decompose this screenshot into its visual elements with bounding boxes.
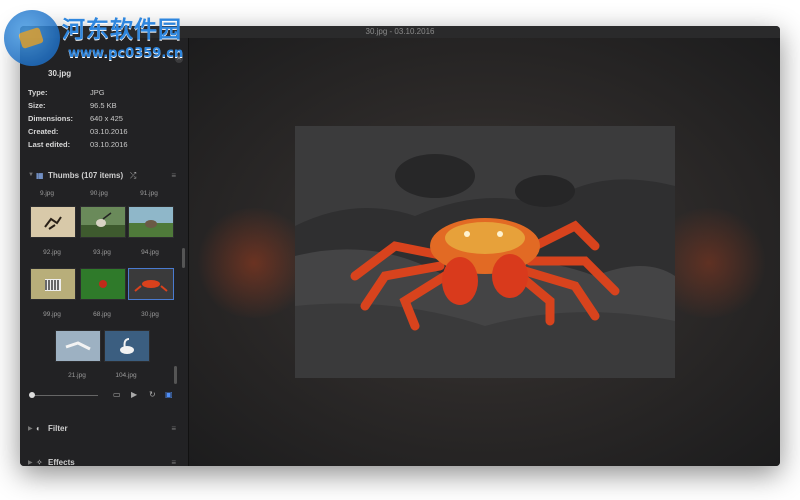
file-name: 30.jpg [48,69,72,78]
info-value-size: 96.5 KB [90,101,117,110]
thumbnail-93[interactable] [80,206,126,238]
app-window: 30.jpg - 03.10.2016 ✕ 30.jpg Type: JPG S… [20,26,780,466]
info-label-created: Created: [28,127,59,136]
thumbnail-94[interactable] [128,206,174,238]
thumb-label-68: 68.jpg [93,311,111,318]
thumb-label-99: 99.jpg [43,311,61,318]
thumb-label-91: 91.jpg [140,190,158,197]
filter-section-header[interactable]: ▶ ◐ Filter ≡ [28,424,176,436]
image-viewer[interactable] [189,38,780,466]
collapsed-arrow-icon: ▶ [28,426,33,432]
watermark-name: 河东软件园 [62,17,182,43]
effects-icon: ✧ [36,458,43,466]
collapsed-arrow-icon: ▶ [28,460,33,466]
thumbs-section-header[interactable]: ▼ ▦ Thumbs (107 items) ⤮ ≡ [28,171,176,183]
sidebar-scrollbar[interactable] [182,248,185,268]
thumbnail-92[interactable] [30,206,76,238]
thumb-label-90: 90.jpg [90,190,108,197]
thumb-label-93: 93.jpg [93,249,111,256]
info-label-dimensions: Dimensions: [28,114,74,123]
shuffle-icon[interactable]: ⤮ [130,171,136,181]
info-value-type: JPG [90,88,105,97]
thumbnail-21[interactable] [55,330,101,362]
info-value-created: 03.10.2016 [90,127,128,136]
grid-icon: ▦ [36,171,44,180]
watermark-url: www.pc0359.cn [68,46,184,61]
sidebar: ✕ 30.jpg Type: JPG Size: 96.5 KB Dimensi… [20,38,189,466]
info-label-type: Type: [28,88,48,97]
info-label-size: Size: [28,101,46,110]
thumb-size-slider-knob[interactable] [29,392,35,398]
hamburger-icon[interactable]: ≡ [171,458,176,466]
filter-title: Filter [48,424,68,433]
thumb-label-30: 30.jpg [141,311,159,318]
thumb-size-slider-track[interactable] [32,395,98,396]
effects-section-header[interactable]: ▶ ✧ Effects ≡ [28,458,176,466]
view-mode-icon[interactable]: ▣ [165,390,173,399]
thumbnail-68[interactable] [80,268,126,300]
thumbs-title: Thumbs (107 items) [48,171,124,180]
thumbnail-30[interactable] [128,268,174,300]
thumbnail-104[interactable] [104,330,150,362]
folder-icon[interactable]: ▭ [113,390,121,399]
expanded-arrow-icon: ▼ [28,172,34,178]
info-value-edited: 03.10.2016 [90,140,128,149]
hamburger-icon[interactable]: ≡ [171,424,176,433]
hamburger-icon[interactable]: ≡ [171,171,176,180]
watermark-logo [4,10,60,66]
thumbnail-99[interactable] [30,268,76,300]
slideshow-icon[interactable]: ▶ [131,390,137,399]
info-value-dimensions: 640 x 425 [90,114,123,123]
effects-title: Effects [48,458,75,466]
info-label-edited: Last edited: [28,140,71,149]
thumb-label-104: 104.jpg [115,372,137,379]
thumb-label-94: 94.jpg [141,249,159,256]
thumb-label-9: 9.jpg [39,190,55,197]
main-photo [295,126,675,378]
thumb-label-21: 21.jpg [68,372,86,379]
filter-icon: ◐ [36,424,41,433]
refresh-icon[interactable]: ↻ [149,390,156,399]
thumbs-scrollbar[interactable] [174,366,177,384]
thumb-label-92: 92.jpg [43,249,61,256]
